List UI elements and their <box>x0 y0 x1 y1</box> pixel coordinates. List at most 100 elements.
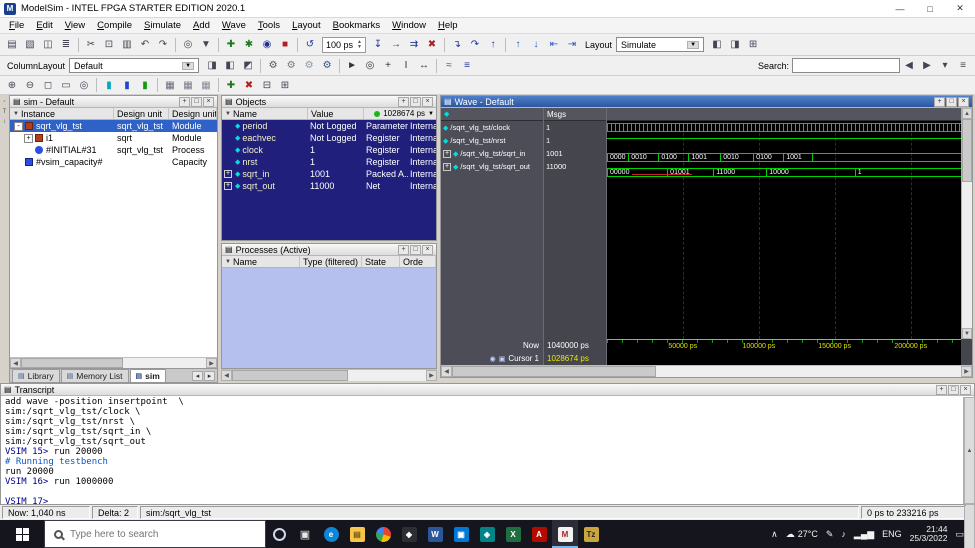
preferences-button[interactable]: ⚙ <box>264 57 282 74</box>
step-over-button[interactable]: ↷ <box>466 36 484 53</box>
menu-compile[interactable]: Compile <box>91 19 138 32</box>
continue-run-button[interactable]: → <box>387 36 405 53</box>
undock-button[interactable]: □ <box>410 244 421 255</box>
expand-window-button[interactable]: ⊞ <box>744 36 762 53</box>
volume-icon[interactable]: ♪ <box>841 529 846 539</box>
column-header[interactable]: State <box>362 256 400 267</box>
menu-tools[interactable]: Tools <box>252 19 286 32</box>
undock-button[interactable]: ◨ <box>726 36 744 53</box>
delete-marker-button[interactable]: ✖ <box>240 77 258 94</box>
pan-mode-button[interactable]: + <box>379 57 397 74</box>
excel-icon[interactable]: X <box>500 520 526 548</box>
compile-all-button[interactable]: ✱ <box>240 36 258 53</box>
chrome-icon[interactable] <box>370 520 396 548</box>
chevron-up-icon[interactable]: ∧ <box>771 529 778 540</box>
save-button[interactable]: ◫ <box>39 36 57 53</box>
close-panel-button[interactable]: × <box>960 384 971 395</box>
wave-signal-name[interactable]: + ◆/sqrt_vlg_tst/sqrt_out <box>441 160 543 173</box>
step-out-button[interactable]: ↑ <box>484 36 502 53</box>
zoom-in-button[interactable]: ⊕ <box>3 77 21 94</box>
zoom-cursor-button[interactable]: ◎ <box>75 77 93 94</box>
scroll-right-icon[interactable]: ▶ <box>206 358 217 368</box>
dock-button[interactable]: + <box>398 96 409 107</box>
column-header[interactable]: ▼ Instance <box>10 108 114 119</box>
select-mode-button[interactable]: ► <box>343 57 361 74</box>
app-dark-icon[interactable]: ◆ <box>396 520 422 548</box>
action-center-icon[interactable]: ▭ <box>955 529 964 540</box>
search-previous-button[interactable]: ◀ <box>900 57 918 74</box>
cursor-add-icon[interactable]: ▣ <box>499 355 506 363</box>
maximize-button[interactable]: □ <box>915 0 945 17</box>
processes-panel-header[interactable]: ▤ Processes (Active) + □ × <box>222 244 436 256</box>
paste-button[interactable]: ▥ <box>118 36 136 53</box>
close-panel-button[interactable]: × <box>203 96 214 107</box>
object-row[interactable]: +◆sqrt_out 11000 Net Internal <box>222 180 436 192</box>
find-previous-button[interactable]: ↑ <box>509 36 527 53</box>
menu-wave[interactable]: Wave <box>216 19 252 32</box>
tree-row[interactable]: - sqrt_vlg_tst sqrt_vlg_tst Module <box>10 120 217 132</box>
spin-down-icon[interactable]: ▼ <box>357 44 362 50</box>
tab-sim[interactable]: ▤ sim <box>129 369 166 382</box>
dock-button[interactable]: + <box>936 384 947 395</box>
ink-workspace-icon[interactable]: ✎ <box>826 529 834 540</box>
wave-signal-name[interactable]: + ◆/sqrt_vlg_tst/sqrt_in <box>441 147 543 160</box>
filter-button[interactable]: ▼ <box>197 36 215 53</box>
undock-button[interactable]: □ <box>191 96 202 107</box>
add-to-window-button[interactable]: ◨ <box>203 57 221 74</box>
restart-button[interactable]: ↺ <box>301 36 319 53</box>
object-row[interactable]: ◆eachvec Not Logged Register Internal <box>222 132 436 144</box>
expand-icon[interactable]: + <box>443 149 451 158</box>
menu-window[interactable]: Window <box>386 19 432 32</box>
dock-handle-icon[interactable]: ▫ <box>3 99 5 105</box>
stop-button[interactable]: ✖ <box>423 36 441 53</box>
start-button[interactable] <box>0 520 44 548</box>
open-file-button[interactable]: ▧ <box>21 36 39 53</box>
expand-all-button[interactable]: ⊞ <box>276 77 294 94</box>
cursor-pin-icon[interactable]: ◉ <box>490 355 496 363</box>
edit-mode-button[interactable]: I <box>397 57 415 74</box>
search-input[interactable] <box>792 58 900 73</box>
cursor-label-cell[interactable]: ◉ ▣ Cursor 1 <box>441 352 543 365</box>
close-panel-button[interactable]: × <box>422 244 433 255</box>
expand-icon[interactable]: + <box>443 162 451 171</box>
scroll-left-icon[interactable]: ◀ <box>441 366 452 377</box>
menu-simulate[interactable]: Simulate <box>138 19 187 32</box>
configure-button[interactable]: ⚙ <box>282 57 300 74</box>
cortana-button[interactable] <box>266 520 292 548</box>
scroll-right-icon[interactable]: ▶ <box>961 366 972 377</box>
menu-help[interactable]: Help <box>432 19 464 32</box>
search-next-button[interactable]: ▶ <box>918 57 936 74</box>
zoom-range-button[interactable]: ▭ <box>57 77 75 94</box>
undock-button[interactable]: □ <box>948 384 959 395</box>
word-icon[interactable]: W <box>422 520 448 548</box>
expand-icon[interactable]: + <box>24 133 33 143</box>
network-icon[interactable]: ▂▄▆ <box>854 529 874 540</box>
break-button[interactable]: ■ <box>276 36 294 53</box>
scroll-up-icon[interactable]: ▲ <box>962 108 972 119</box>
collapse-all-button[interactable]: ⊟ <box>258 77 276 94</box>
taskbar-search[interactable] <box>44 520 266 548</box>
remove-from-window-button[interactable]: ◧ <box>221 57 239 74</box>
wave-vscrollbar[interactable]: ▲ ▼ <box>961 108 972 339</box>
dock-button[interactable]: ◧ <box>708 36 726 53</box>
language-indicator[interactable]: ENG <box>882 529 902 539</box>
undock-button[interactable]: □ <box>410 96 421 107</box>
add-list-button[interactable]: ≡ <box>458 57 476 74</box>
step-button[interactable]: ↴ <box>448 36 466 53</box>
clock-indicator[interactable]: 21:44 25/3/2022 <box>910 524 948 544</box>
dock-button[interactable]: + <box>934 96 945 107</box>
expand-icon[interactable]: + <box>224 170 232 178</box>
app-teal-icon[interactable]: ◈ <box>474 520 500 548</box>
layout-save-button[interactable]: ◩ <box>239 57 257 74</box>
cursor-insert-button[interactable]: ▮ <box>100 77 118 94</box>
grid-settings-button[interactable]: ▦ <box>161 77 179 94</box>
object-row[interactable]: ◆clock 1 Register Internal <box>222 144 436 156</box>
quartus-icon[interactable]: Tz <box>578 520 604 548</box>
tree-row[interactable]: + i1 sqrt Module <box>10 132 217 144</box>
scroll-thumb[interactable] <box>21 358 123 368</box>
close-panel-button[interactable]: × <box>422 96 433 107</box>
find-next-button[interactable]: ↓ <box>527 36 545 53</box>
new-file-button[interactable]: ▤ <box>3 36 21 53</box>
run-all-button[interactable]: ⇉ <box>405 36 423 53</box>
cursor-link-button[interactable]: ▮ <box>136 77 154 94</box>
